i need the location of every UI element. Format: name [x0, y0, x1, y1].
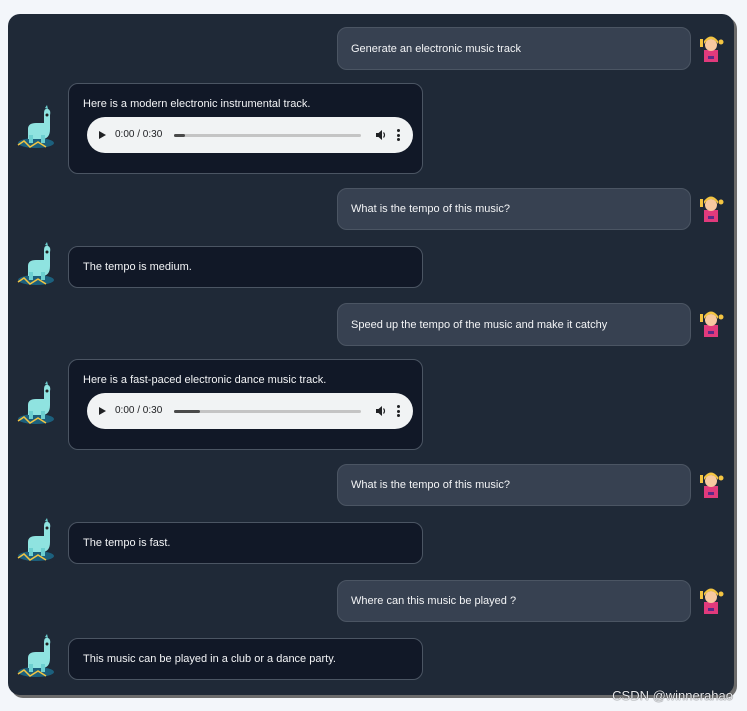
message-text: The tempo is fast.: [83, 537, 171, 549]
play-icon[interactable]: [99, 131, 106, 139]
llama-avatar-icon: [17, 518, 54, 561]
audio-time: 0:00 / 0:30: [115, 129, 163, 140]
bot-message-bubble: Here is a modern electronic instrumental…: [68, 83, 423, 174]
message-row-bot: The tempo is medium.: [8, 242, 734, 288]
audio-player[interactable]: 0:00 / 0:30: [87, 117, 413, 153]
user-message-bubble: Generate an electronic music track: [337, 27, 691, 70]
message-text: The tempo is medium.: [83, 261, 192, 273]
llama-avatar-icon: [17, 381, 54, 424]
bot-message-bubble: This music can be played in a club or a …: [68, 638, 423, 680]
message-text: What is the tempo of this music?: [351, 479, 510, 491]
audio-progress-track[interactable]: [174, 409, 361, 413]
message-row-bot: Here is a modern electronic instrumental…: [8, 83, 734, 174]
llama-avatar-icon: [17, 105, 54, 148]
user-avatar-icon: [700, 36, 724, 62]
volume-icon[interactable]: [375, 129, 387, 141]
user-message-bubble: What is the tempo of this music?: [337, 464, 691, 506]
bot-message-bubble: The tempo is fast.: [68, 522, 423, 564]
user-avatar-icon: [700, 588, 724, 614]
message-text: Here is a fast-paced electronic dance mu…: [83, 374, 327, 386]
message-row-user: Generate an electronic music track: [8, 27, 734, 70]
user-message-bubble: Where can this music be played ?: [337, 580, 691, 622]
volume-icon[interactable]: [375, 405, 387, 417]
user-message-bubble: Speed up the tempo of the music and make…: [337, 303, 691, 346]
user-avatar-icon: [700, 311, 724, 337]
user-avatar-icon: [700, 472, 724, 498]
message-text: Generate an electronic music track: [351, 42, 521, 55]
message-row-user: What is the tempo of this music?: [8, 464, 734, 506]
audio-player[interactable]: 0:00 / 0:30: [87, 393, 413, 429]
llama-avatar-icon: [17, 634, 54, 677]
user-message-bubble: What is the tempo of this music?: [337, 188, 691, 230]
audio-progress-track[interactable]: [174, 133, 361, 137]
message-row-user: Speed up the tempo of the music and make…: [8, 303, 734, 346]
llama-avatar-icon: [17, 242, 54, 285]
message-row-user: What is the tempo of this music?: [8, 188, 734, 230]
more-options-icon[interactable]: [397, 405, 401, 417]
message-row-bot: This music can be played in a club or a …: [8, 634, 734, 680]
message-text: What is the tempo of this music?: [351, 203, 510, 215]
message-text: Where can this music be played ?: [351, 595, 517, 607]
message-row-bot: The tempo is fast.: [8, 518, 734, 564]
audio-time: 0:00 / 0:30: [115, 405, 163, 416]
play-icon[interactable]: [99, 407, 106, 415]
message-row-user: Where can this music be played ?: [8, 580, 734, 622]
watermark: CSDN @winnerahao: [612, 688, 733, 703]
more-options-icon[interactable]: [397, 129, 401, 141]
message-text: This music can be played in a club or a …: [83, 653, 336, 665]
message-row-bot: Here is a fast-paced electronic dance mu…: [8, 359, 734, 450]
message-text: Speed up the tempo of the music and make…: [351, 318, 608, 331]
audio-progress-fill: [174, 409, 201, 413]
audio-progress-fill: [174, 133, 186, 137]
user-avatar-icon: [700, 196, 724, 222]
bot-message-bubble: The tempo is medium.: [68, 246, 423, 288]
chat-panel: Generate an electronic music track Here …: [8, 14, 734, 695]
message-text: Here is a modern electronic instrumental…: [83, 98, 311, 110]
bot-message-bubble: Here is a fast-paced electronic dance mu…: [68, 359, 423, 450]
